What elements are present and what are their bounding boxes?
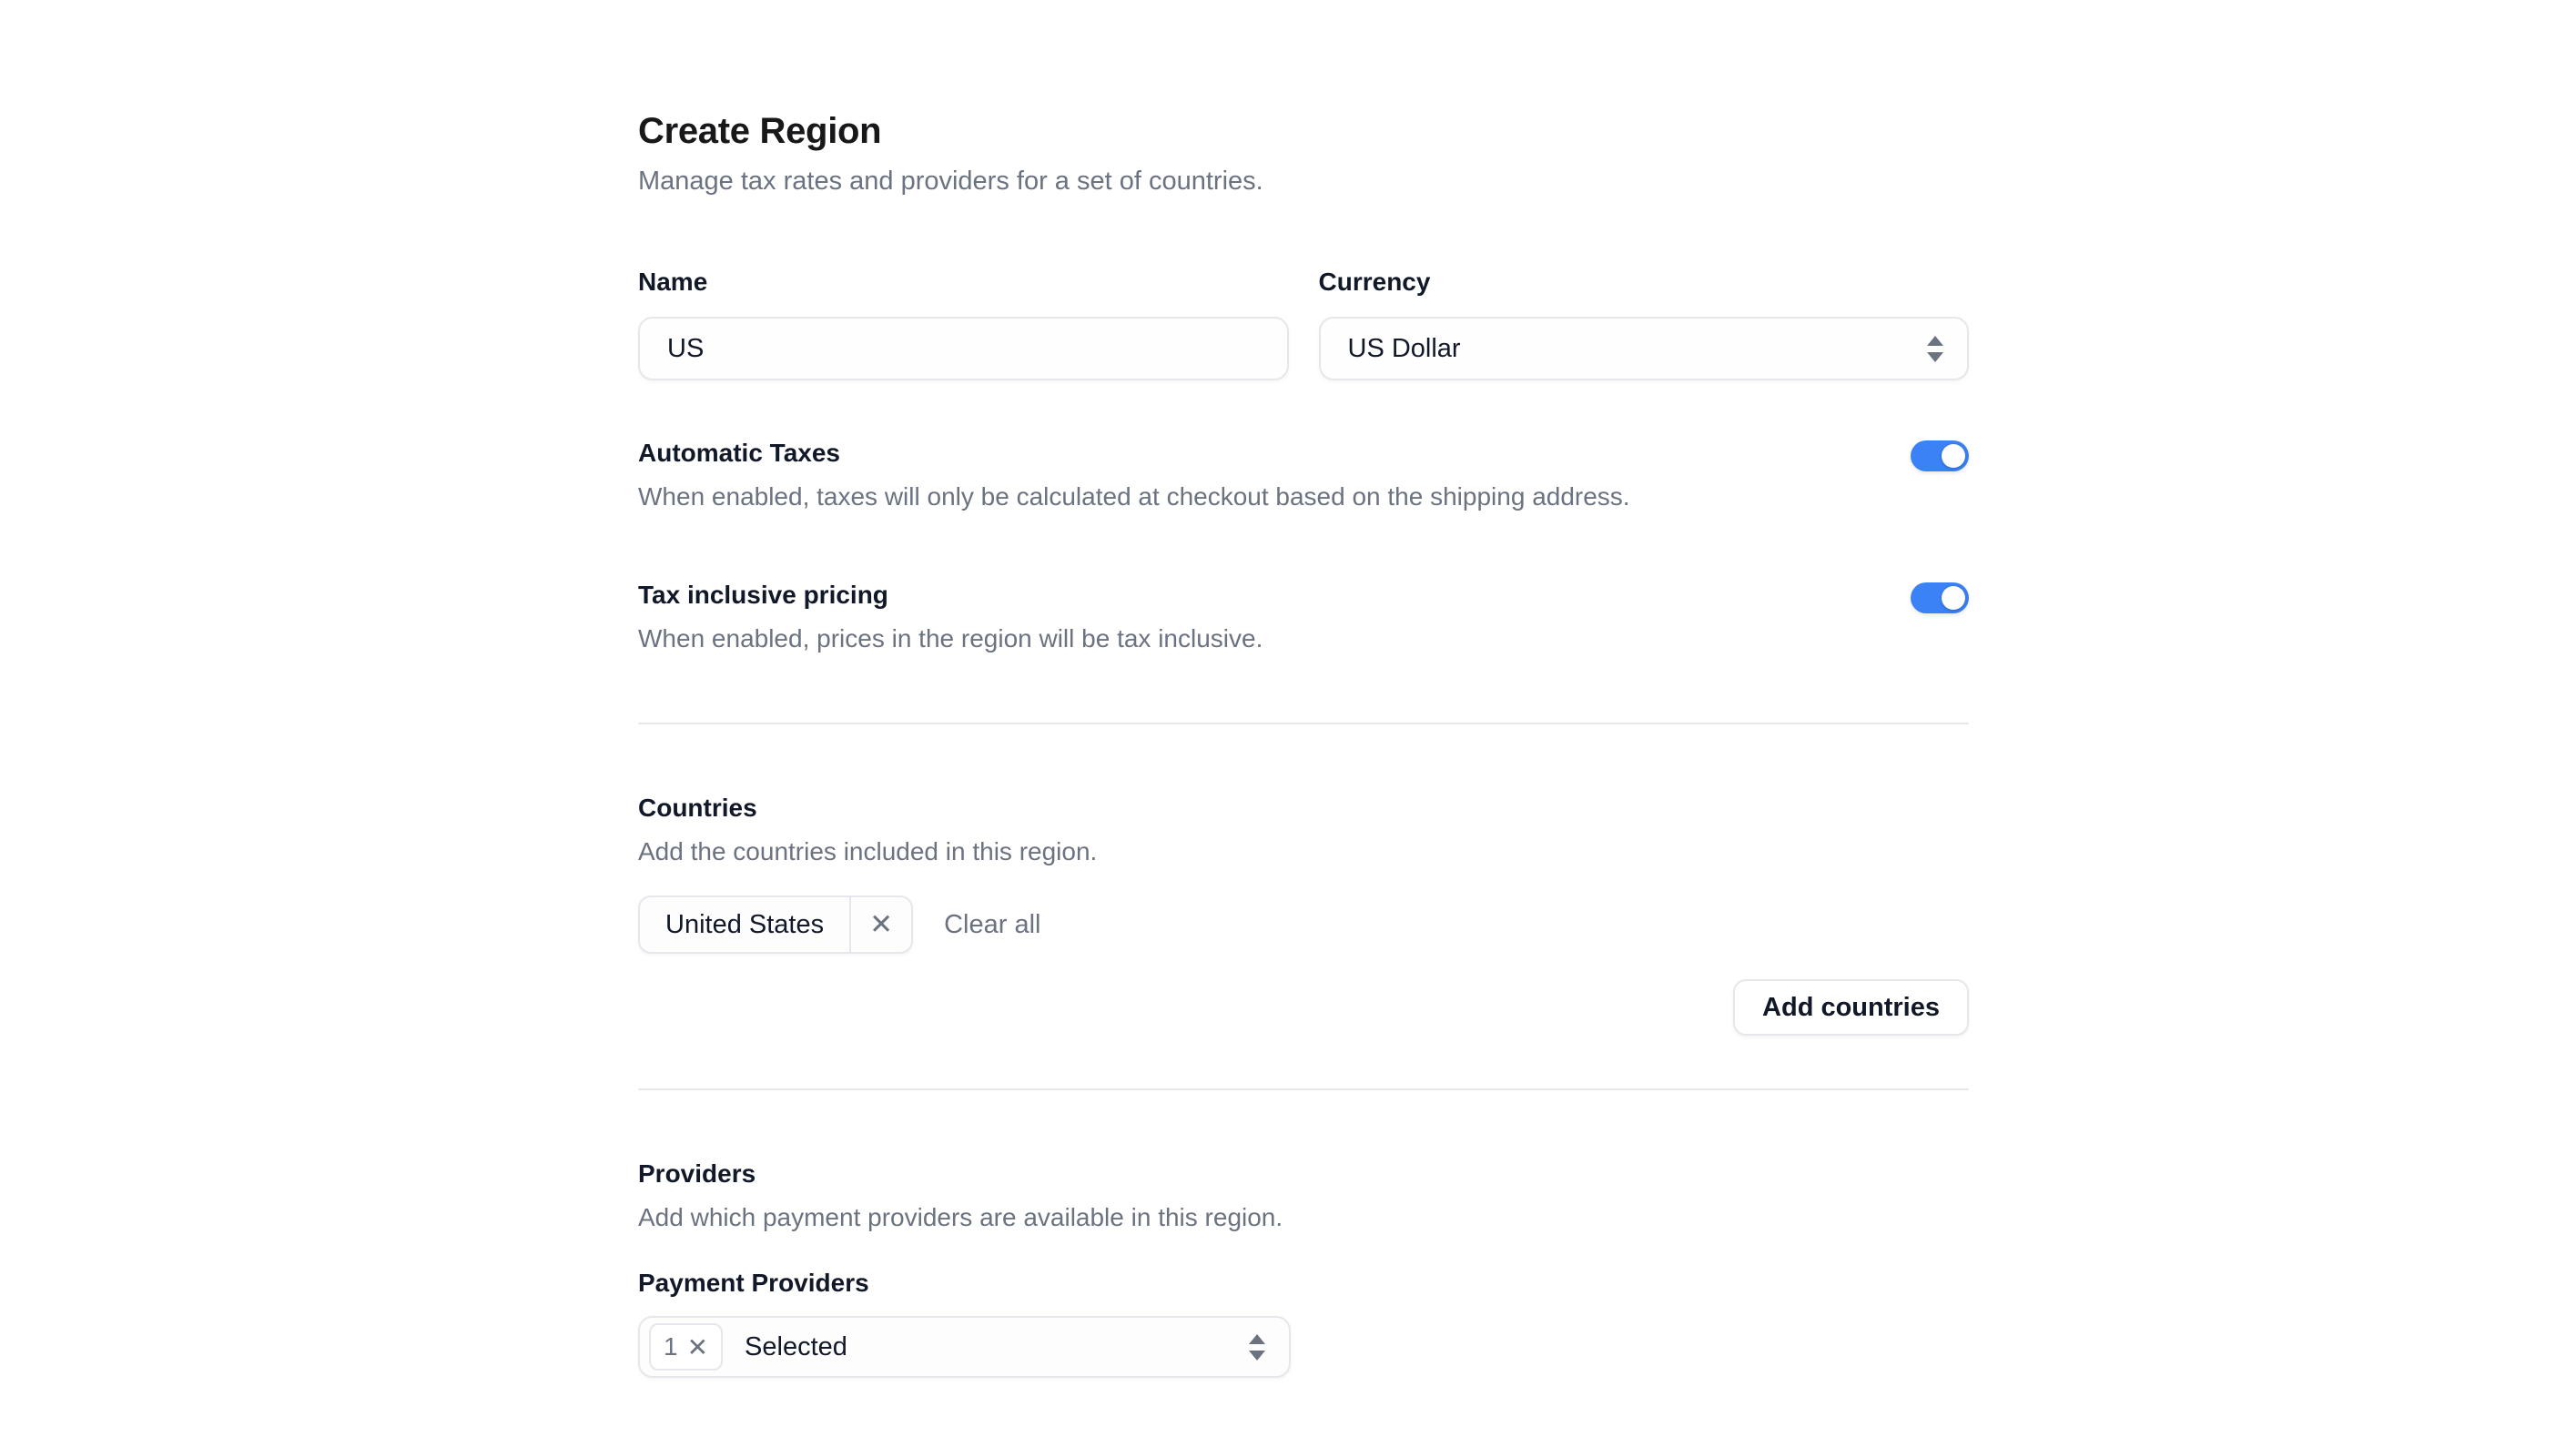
x-icon: ✕ bbox=[869, 908, 893, 941]
currency-select-value: US Dollar bbox=[1348, 334, 1461, 364]
country-chip-label: United States bbox=[640, 897, 849, 952]
create-region-form: Create Region Manage tax rates and provi… bbox=[638, 0, 1969, 1378]
selected-count: 1 bbox=[664, 1332, 678, 1361]
currency-label: Currency bbox=[1319, 268, 1970, 297]
tax-inclusive-toggle[interactable] bbox=[1911, 582, 1969, 613]
name-currency-row: Name Currency US Dollar bbox=[638, 268, 1969, 380]
tax-inclusive-label: Tax inclusive pricing bbox=[638, 581, 1263, 610]
toggle-knob bbox=[1942, 444, 1965, 468]
chevron-up-down-icon bbox=[1927, 336, 1943, 362]
payment-select-value: Selected bbox=[745, 1332, 1249, 1362]
tax-inclusive-row: Tax inclusive pricing When enabled, pric… bbox=[638, 581, 1969, 653]
providers-heading: Providers bbox=[638, 1159, 1969, 1189]
currency-select[interactable]: US Dollar bbox=[1319, 317, 1970, 380]
x-icon: ✕ bbox=[687, 1333, 708, 1361]
automatic-taxes-row: Automatic Taxes When enabled, taxes will… bbox=[638, 439, 1969, 511]
providers-section: Providers Add which payment providers ar… bbox=[638, 1159, 1969, 1378]
chevron-up-down-icon bbox=[1249, 1334, 1265, 1361]
name-input[interactable] bbox=[638, 317, 1289, 380]
remove-country-button[interactable]: ✕ bbox=[849, 897, 911, 952]
countries-heading: Countries bbox=[638, 794, 1969, 823]
page-subtitle: Manage tax rates and providers for a set… bbox=[638, 167, 1969, 197]
country-chip: United States ✕ bbox=[638, 896, 913, 954]
currency-field-group: Currency US Dollar bbox=[1319, 268, 1970, 380]
automatic-taxes-texts: Automatic Taxes When enabled, taxes will… bbox=[638, 439, 1630, 511]
automatic-taxes-description: When enabled, taxes will only be calcula… bbox=[638, 482, 1630, 511]
clear-all-button[interactable]: Clear all bbox=[944, 910, 1040, 940]
name-label: Name bbox=[638, 268, 1289, 297]
page-title: Create Region bbox=[638, 111, 1969, 152]
name-field-group: Name bbox=[638, 268, 1289, 380]
section-divider bbox=[638, 723, 1969, 724]
payment-providers-select[interactable]: 1 ✕ Selected bbox=[638, 1316, 1291, 1378]
tax-inclusive-texts: Tax inclusive pricing When enabled, pric… bbox=[638, 581, 1263, 653]
clear-selection-button[interactable]: ✕ bbox=[687, 1332, 708, 1362]
section-divider bbox=[638, 1088, 1969, 1090]
countries-description: Add the countries included in this regio… bbox=[638, 837, 1969, 866]
add-countries-button[interactable]: Add countries bbox=[1733, 979, 1969, 1036]
selected-count-badge: 1 ✕ bbox=[649, 1323, 723, 1371]
countries-section: Countries Add the countries included in … bbox=[638, 794, 1969, 1036]
automatic-taxes-label: Automatic Taxes bbox=[638, 439, 1630, 468]
automatic-taxes-toggle[interactable] bbox=[1911, 440, 1969, 471]
add-countries-row: Add countries bbox=[638, 979, 1969, 1036]
tax-inclusive-description: When enabled, prices in the region will … bbox=[638, 624, 1263, 653]
selected-countries-row: United States ✕ Clear all bbox=[638, 896, 1969, 954]
providers-description: Add which payment providers are availabl… bbox=[638, 1203, 1969, 1232]
toggle-knob bbox=[1942, 586, 1965, 610]
payment-providers-label: Payment Providers bbox=[638, 1269, 1969, 1298]
